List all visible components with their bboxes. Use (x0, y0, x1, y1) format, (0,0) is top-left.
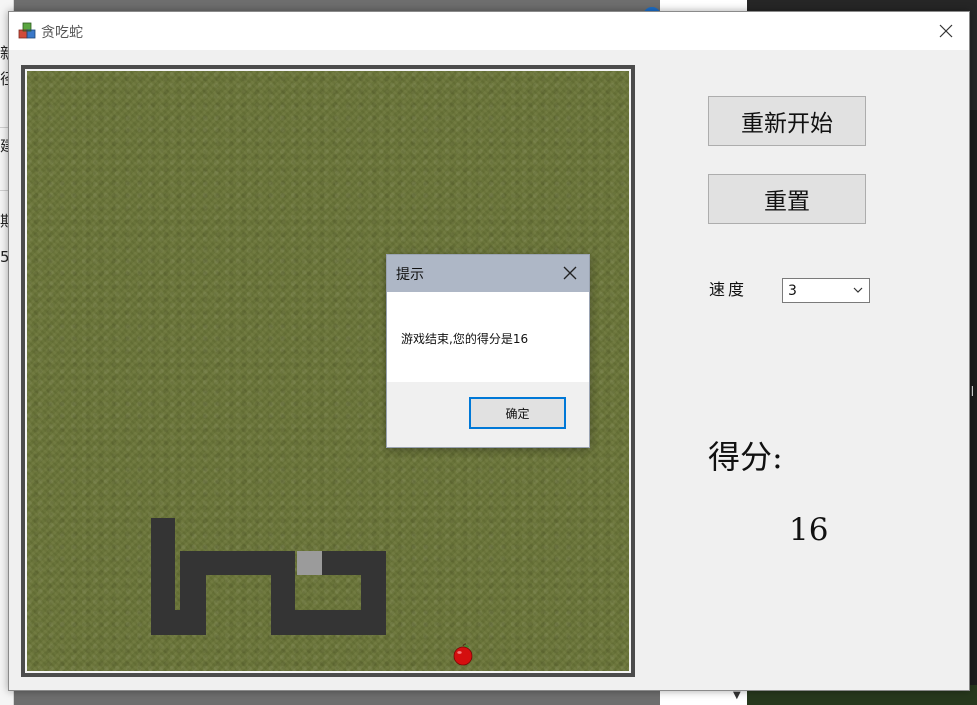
app-icon (18, 22, 36, 39)
snake-head (297, 551, 322, 575)
snake-body-segment (322, 551, 386, 575)
apple-icon (453, 643, 473, 666)
window-close-button[interactable] (923, 12, 969, 50)
speed-select[interactable]: 3 (782, 278, 870, 303)
close-icon[interactable] (561, 264, 579, 282)
dialog-body: 游戏结束,您的得分是16 (387, 292, 589, 382)
score-label: 得分: (708, 438, 783, 476)
chevron-down-icon (853, 287, 863, 293)
game-over-dialog: 提示 游戏结束,您的得分是16 确定 (386, 254, 590, 448)
dialog-title-bar[interactable]: 提示 (387, 255, 589, 292)
ok-button[interactable]: 确定 (469, 397, 566, 429)
speed-label: 速度 (709, 280, 748, 299)
score-value: 16 (789, 512, 829, 548)
window-title: 贪吃蛇 (41, 25, 83, 41)
chevron-down-icon: ▼ (733, 690, 741, 701)
restart-button[interactable]: 重新开始 (708, 96, 866, 146)
dialog-message: 游戏结束,您的得分是16 (401, 332, 529, 346)
reset-button[interactable]: 重置 (708, 174, 866, 224)
dialog-title: 提示 (396, 267, 424, 283)
title-bar[interactable]: 贪吃蛇 (9, 12, 969, 50)
close-icon (939, 24, 953, 38)
speed-value: 3 (788, 283, 797, 299)
